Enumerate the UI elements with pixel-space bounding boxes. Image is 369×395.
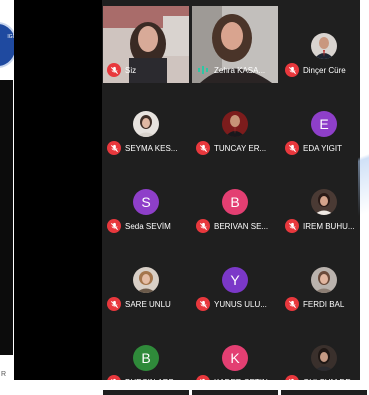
participant-avatar (222, 111, 248, 137)
speaking-indicator-icon (196, 63, 210, 77)
muted-mic-icon (196, 141, 210, 155)
participant-tile[interactable]: Siz (103, 6, 189, 83)
participant-avatar (311, 33, 337, 59)
muted-mic-icon (285, 219, 299, 233)
muted-mic-icon (196, 219, 210, 233)
participant-tile[interactable]: Dinçer Cüre (281, 6, 367, 83)
background-dark-strip (0, 80, 13, 355)
muted-mic-icon (107, 63, 121, 77)
screen-share-black-area (14, 0, 102, 380)
participant-name: SEYMA KES... (125, 143, 178, 153)
muted-mic-icon (107, 219, 121, 233)
participant-tile[interactable]: B BERIVAN SE... (192, 162, 278, 239)
participant-avatar (311, 267, 337, 293)
participant-tile[interactable]: TUNCAY ER... (192, 84, 278, 161)
participant-avatar: Y (222, 267, 248, 293)
participant-avatar (133, 111, 159, 137)
participant-namebar: BERIVAN SE... (196, 218, 268, 234)
participant-tile[interactable]: Zehra KASA... (192, 6, 278, 83)
participant-tile[interactable]: S Seda SEVİM (103, 162, 189, 239)
participant-name: EDA YIGIT (303, 143, 342, 153)
participant-name: Seda SEVİM (125, 221, 171, 231)
participant-namebar: SEYMA KES... (107, 140, 177, 156)
university-logo: IGI (0, 22, 14, 68)
participant-avatar (133, 267, 159, 293)
participant-name: YUNUS ULU... (214, 299, 267, 309)
participant-name: FERDI BAL (303, 299, 345, 309)
participant-namebar: SARE UNLU (107, 296, 171, 312)
participant-name: SARE UNLU (125, 299, 171, 309)
background-decorative-stripe (358, 0, 369, 390)
background-bottom-area (14, 380, 369, 390)
muted-mic-icon (285, 297, 299, 311)
participant-namebar: EDA YIGIT (285, 140, 342, 156)
participant-tile[interactable]: SEYMA KES... (103, 84, 189, 161)
muted-mic-icon (196, 297, 210, 311)
participant-name: Siz (125, 65, 137, 75)
participant-avatar: K (222, 345, 248, 371)
participant-tile[interactable]: Y YUNUS ULU... (192, 240, 278, 317)
participant-avatar: B (222, 189, 248, 215)
participant-name: Dinçer Cüre (303, 65, 346, 75)
participant-namebar: YUNUS ULU... (196, 296, 267, 312)
muted-mic-icon (285, 141, 299, 155)
participant-namebar: Dinçer Cüre (285, 62, 346, 78)
participant-namebar: Zehra KASA... (196, 62, 265, 78)
background-text-fragment: R (1, 371, 7, 378)
participant-tile[interactable]: IREM BUHU... (281, 162, 367, 239)
muted-mic-icon (107, 141, 121, 155)
participant-avatar: E (311, 111, 337, 137)
background-left-panel: IGI (0, 0, 14, 360)
participant-avatar: S (133, 189, 159, 215)
participant-name: Zehra KASA... (214, 65, 266, 75)
muted-mic-icon (107, 297, 121, 311)
participant-namebar: IREM BUHU... (285, 218, 355, 234)
participant-avatar: B (133, 345, 159, 371)
participant-tile[interactable]: FERDI BAL (281, 240, 367, 317)
participant-tile[interactable]: E EDA YIGIT (281, 84, 367, 161)
participant-avatar (311, 345, 337, 371)
participant-grid: Siz Zehra KASA... Dinçer Cüre SEYMA KES.… (102, 0, 367, 395)
participant-avatar (311, 189, 337, 215)
participant-namebar: Seda SEVİM (107, 218, 171, 234)
participant-namebar: TUNCAY ER... (196, 140, 266, 156)
muted-mic-icon (285, 63, 299, 77)
participant-name: IREM BUHU... (303, 221, 355, 231)
participant-namebar: Siz (107, 62, 136, 78)
participant-name: BERIVAN SE... (214, 221, 269, 231)
participant-name: TUNCAY ER... (214, 143, 267, 153)
participant-namebar: FERDI BAL (285, 296, 344, 312)
participant-tile[interactable]: SARE UNLU (103, 240, 189, 317)
